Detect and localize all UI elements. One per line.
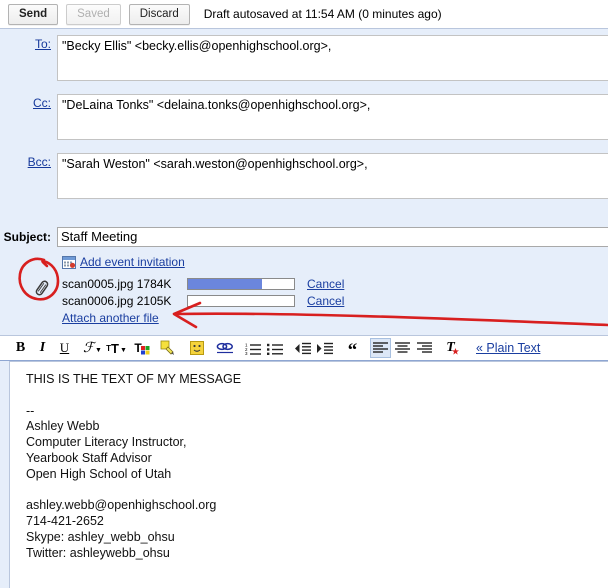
paperclip-icon	[33, 279, 51, 297]
attachment-filename-0: scan0005.jpg 1784K	[62, 276, 172, 291]
italic-icon[interactable]: I	[32, 338, 53, 358]
cc-input[interactable]: "DeLaina Tonks" <delaina.tonks@openhighs…	[57, 94, 608, 140]
font-size-icon[interactable]: T T ▼	[104, 338, 129, 358]
attachment-row: scan0005.jpg 1784K Cancel	[0, 275, 608, 292]
font-family-icon[interactable]: ℱ ▼	[82, 338, 103, 358]
attach-another-file-link[interactable]: Attach another file	[62, 311, 159, 325]
highlight-color-icon[interactable]	[155, 338, 179, 358]
attachment-cancel-1[interactable]: Cancel	[307, 294, 344, 308]
to-field-label[interactable]: To:	[0, 35, 57, 51]
svg-text:3: 3	[245, 351, 248, 355]
attachments-block: scan0005.jpg 1784K Cancel scan0006.jpg 2…	[0, 273, 608, 329]
attachment-row: scan0006.jpg 2105K Cancel	[0, 292, 608, 309]
send-button[interactable]: Send	[8, 3, 59, 25]
discard-button[interactable]: Discard	[128, 3, 190, 25]
bcc-field-label[interactable]: Bcc:	[0, 153, 57, 169]
bcc-input[interactable]: "Sarah Weston" <sarah.weston@openhighsch…	[57, 153, 608, 199]
subject-input[interactable]: Staff Meeting	[57, 227, 608, 247]
add-event-invitation-row: Add event invitation	[0, 249, 608, 273]
align-center-icon[interactable]	[392, 338, 413, 358]
insert-link-icon[interactable]	[214, 338, 235, 358]
numbered-list-icon[interactable]: 1 2 3	[242, 338, 263, 358]
saved-button[interactable]: Saved	[66, 3, 121, 25]
bcc-field-row: Bcc: "Sarah Weston" <sarah.weston@openhi…	[0, 147, 608, 199]
plain-text-link[interactable]: « Plain Text	[476, 341, 540, 355]
indent-icon[interactable]	[314, 338, 335, 358]
bulleted-list-icon[interactable]	[264, 338, 285, 358]
blockquote-icon[interactable]: “	[342, 338, 363, 360]
message-body-input[interactable]: THIS IS THE TEXT OF MY MESSAGE -- Ashley…	[9, 361, 608, 588]
message-body-wrap: THIS IS THE TEXT OF MY MESSAGE -- Ashley…	[0, 361, 608, 588]
add-event-invitation-link[interactable]: Add event invitation	[80, 255, 185, 269]
underline-icon[interactable]: U	[54, 338, 75, 358]
field-spacer	[0, 140, 608, 147]
field-spacer	[0, 81, 608, 88]
calendar-icon	[62, 255, 76, 269]
emoji-icon[interactable]	[186, 338, 207, 358]
field-spacer	[0, 199, 608, 217]
compose-header: To: "Becky Ellis" <becky.ellis@openhighs…	[0, 29, 608, 335]
remove-formatting-icon[interactable]: T	[442, 338, 463, 358]
attachment-filename-1: scan0006.jpg 2105K	[62, 293, 172, 308]
attach-another-file-row: Attach another file	[0, 309, 608, 325]
align-right-icon[interactable]	[414, 338, 435, 358]
cc-field-label[interactable]: Cc:	[0, 94, 57, 110]
attachment-progress-fill-0	[188, 278, 263, 289]
align-left-icon[interactable]	[370, 338, 391, 358]
cc-field-row: Cc: "DeLaina Tonks" <delaina.tonks@openh…	[0, 88, 608, 140]
attachment-cancel-0[interactable]: Cancel	[307, 277, 344, 291]
attachment-progress-1	[187, 294, 295, 307]
subject-field-label: Subject:	[3, 230, 51, 244]
autosave-status: Draft autosaved at 11:54 AM (0 minutes a…	[203, 7, 442, 21]
text-color-icon[interactable]: T	[130, 338, 154, 358]
subject-field-row: Subject: Staff Meeting	[0, 217, 608, 249]
attachment-progress-0	[187, 277, 295, 290]
to-input[interactable]: "Becky Ellis" <becky.ellis@openhighschoo…	[57, 35, 608, 81]
outdent-icon[interactable]	[292, 338, 313, 358]
to-field-row: To: "Becky Ellis" <becky.ellis@openhighs…	[0, 29, 608, 81]
compose-action-bar: Send Saved Discard Draft autosaved at 11…	[0, 0, 608, 29]
bold-icon[interactable]: B	[10, 338, 31, 358]
formatting-toolbar: B I U ℱ ▼ T T ▼ T 1 2 3 “ T « Plain Text	[0, 335, 608, 361]
